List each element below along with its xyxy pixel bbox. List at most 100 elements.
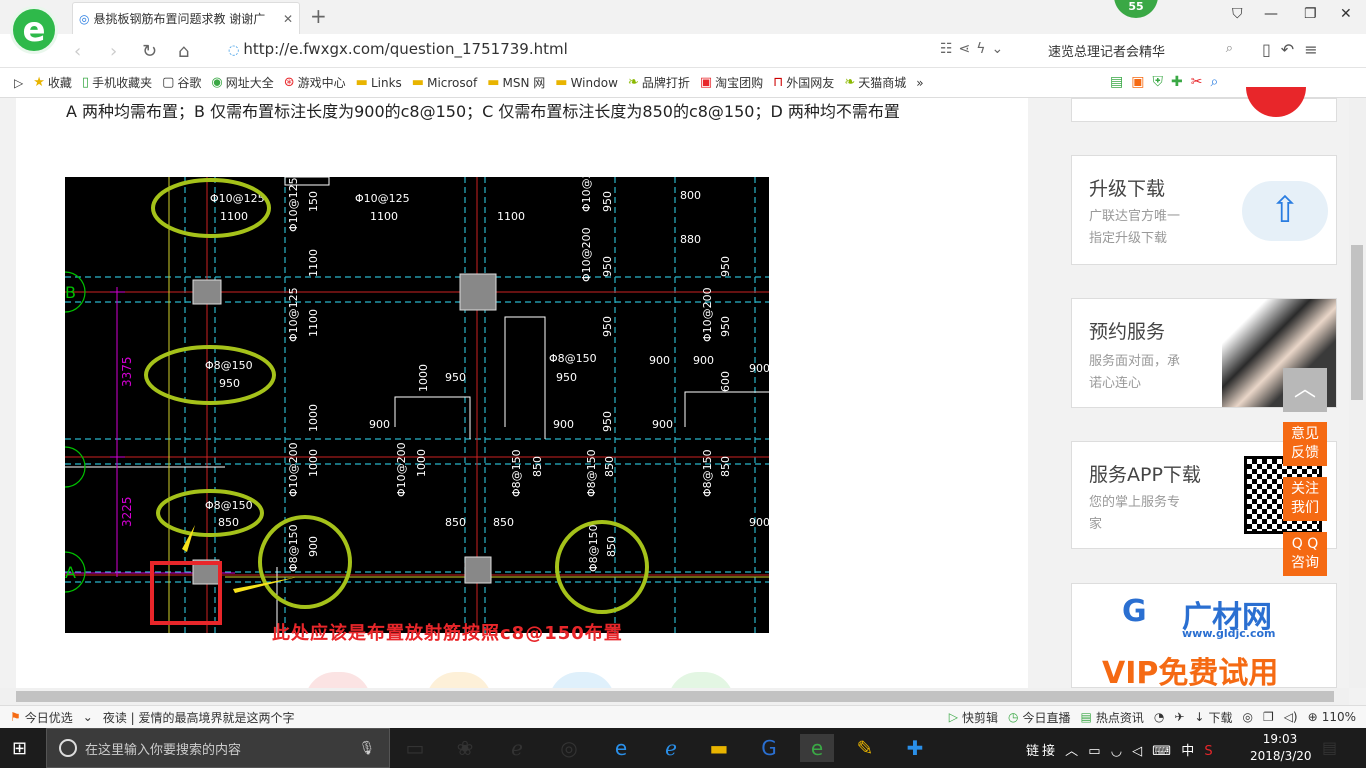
forward-button[interactable]: › — [110, 41, 117, 62]
bookmark-favorites[interactable]: ★ 收藏 — [33, 74, 72, 91]
system-tray[interactable]: 链接 ︿ ▭ ◡ ◁ ⌨ 中 S — [1026, 740, 1216, 759]
microphone-icon[interactable]: 🎙 — [358, 741, 375, 756]
follow-us-button[interactable]: 关注 我们 — [1283, 477, 1327, 521]
restore-button[interactable]: ❐ — [1304, 6, 1317, 22]
download-button[interactable]: 下载 — [1208, 709, 1232, 726]
bookmark-windows[interactable]: ▬ Window — [555, 75, 618, 90]
cad-text: 900 — [652, 418, 673, 431]
bookmark-tmall[interactable]: ❧ 天猫商城 — [844, 74, 906, 91]
extension-icons[interactable]: ▤▣⛨✚✂⌕ — [1110, 74, 1226, 90]
browser-logo-icon[interactable]: e — [10, 6, 58, 54]
windows-start-icon[interactable]: ⊞ — [12, 738, 27, 759]
tray-link[interactable]: 链接 — [1026, 744, 1058, 759]
app-spiral-icon[interactable]: ◎ — [552, 734, 586, 762]
axis-b-label: B — [65, 283, 76, 302]
edge-icon[interactable]: e — [604, 734, 638, 762]
address-tools[interactable]: ☷⋖ϟ⌄ — [940, 41, 1009, 57]
minimize-button[interactable]: — — [1264, 6, 1278, 22]
speed-icon[interactable]: ◔ — [1154, 710, 1164, 724]
file-explorer-icon[interactable]: ▬ — [702, 734, 736, 762]
toolbar-right-icons[interactable]: ▯↶≡ — [1262, 40, 1328, 59]
bookmark-sites[interactable]: ◉ 网址大全 — [211, 74, 273, 91]
gate-icon: ⊓ — [773, 75, 784, 90]
home-button[interactable]: ⌂ — [178, 41, 189, 62]
sidebar-card-top[interactable] — [1071, 87, 1337, 122]
cad-text: 800 — [680, 189, 701, 202]
game-icon: ⊛ — [283, 75, 295, 90]
cad-text: 900 — [693, 354, 714, 367]
ad-slogan: VIP免费试用 — [1102, 656, 1279, 691]
bookmark-foreign[interactable]: ⊓ 外国网友 — [773, 74, 834, 91]
news-ticker[interactable]: 夜读 | 爱情的最高境界就是这两个字 — [103, 709, 295, 726]
bookmark-msn[interactable]: ▬ MSN 网 — [487, 74, 545, 91]
bookmarks-more-button[interactable]: » — [916, 76, 923, 90]
hot-news[interactable]: 热点资讯 — [1096, 709, 1144, 726]
pin-icon[interactable]: ✈ — [1174, 710, 1184, 724]
cad-text: Φ8@150 — [549, 352, 597, 365]
close-tab-icon[interactable]: ✕ — [283, 12, 293, 26]
close-window-button[interactable]: ✕ — [1340, 6, 1352, 22]
app-fan-icon[interactable]: ❀ — [448, 734, 482, 762]
tab-active[interactable]: ◎ 悬挑板钢筋布置问题求教 谢谢广 ✕ — [72, 2, 300, 34]
bookmark-label: 谷歌 — [177, 76, 202, 90]
cad-text: 600 — [719, 371, 732, 392]
gldjc-ad-card[interactable]: G 广材网 www.gldjc.com VIP免费试用 — [1071, 583, 1337, 691]
vertical-scroll-thumb[interactable] — [1351, 245, 1363, 400]
chevron-down-icon[interactable]: ⌄ — [83, 710, 93, 724]
notification-icon[interactable]: ▤ — [1322, 738, 1337, 757]
today-live[interactable]: 今日直播 — [1022, 709, 1070, 726]
window-icon[interactable]: ❐ — [1263, 710, 1274, 724]
cad-text: Φ10@200 — [580, 177, 593, 212]
upgrade-desc: 广联达官方唯一 — [1089, 209, 1181, 224]
taskbar-clock[interactable]: 19:03 2018/3/20 — [1250, 731, 1312, 765]
cad-text: 1100 — [497, 210, 525, 223]
bookmark-taobao[interactable]: ▣ 淘宝团购 — [700, 74, 763, 91]
taskbar-search-box[interactable]: 在这里输入你要搜索的内容 🎙 — [46, 728, 390, 768]
horizontal-scroll-thumb[interactable] — [16, 691, 1334, 702]
bookmark-google[interactable]: ▢ 谷歌 — [162, 74, 201, 91]
browser-taskbar-icon[interactable]: e — [800, 734, 834, 762]
address-bar[interactable]: ◌ http://e.fwxgx.com/question_1751739.htm… — [228, 40, 568, 58]
shirt-icon[interactable]: ⛉ — [1232, 6, 1243, 22]
ime-indicator[interactable]: 中 — [1181, 744, 1197, 759]
search-box[interactable]: 速览总理记者会精华 ⌕ — [1048, 41, 1233, 60]
bookmark-links[interactable]: ▬ Links — [356, 75, 402, 90]
feedback-button[interactable]: 意见 反馈 — [1283, 422, 1327, 466]
ie-browser-icon[interactable]: ℯ — [654, 734, 688, 762]
folder-icon: ▬ — [555, 75, 568, 90]
new-tab-button[interactable]: + — [310, 4, 327, 28]
highlight-circle — [151, 178, 271, 238]
notepad-icon[interactable]: ✎ — [848, 734, 882, 762]
bookmark-label: Links — [370, 75, 402, 90]
bookmark-games[interactable]: ⊛ 游戏中心 — [284, 74, 346, 91]
sidebar-toggle-icon[interactable]: ▷ — [14, 76, 23, 90]
dimension-3375: 3375 — [120, 356, 134, 387]
glodon-icon[interactable]: G — [752, 734, 786, 762]
button-label: 意见 — [1291, 426, 1319, 442]
upgrade-download-card[interactable]: 升级下载 广联达官方唯一 指定升级下载 ⇧ — [1071, 155, 1337, 265]
sound-icon[interactable]: ◁) — [1284, 710, 1298, 724]
sogou-icon[interactable]: S — [1204, 744, 1215, 759]
zoom-level[interactable]: 110% — [1322, 710, 1356, 724]
highlight-circle — [144, 345, 276, 405]
cad-text: 950 — [556, 371, 577, 384]
bookmark-mobile[interactable]: ▯ 手机收藏夹 — [82, 74, 152, 91]
clean-icon[interactable]: ◎ — [1242, 710, 1252, 724]
bookmark-label: 游戏中心 — [297, 76, 346, 90]
qq-consult-button[interactable]: Q Q 咨询 — [1283, 532, 1327, 576]
bookmark-label: 天猫商城 — [858, 76, 907, 90]
bookmark-brand[interactable]: ❧ 品牌打折 — [628, 74, 690, 91]
leaf-icon: ❧ — [844, 75, 856, 90]
cad-text: 1100 — [307, 309, 320, 337]
plus-app-icon[interactable]: ✚ — [898, 734, 932, 762]
refresh-button[interactable]: ↻ — [142, 41, 157, 62]
bookmark-microsoft[interactable]: ▬ Microsof — [412, 75, 477, 90]
today-pick[interactable]: 今日优选 — [25, 709, 73, 726]
search-icon[interactable]: ⌕ — [1226, 41, 1233, 56]
task-view-icon[interactable]: ▭ — [398, 734, 432, 762]
quick-cut[interactable]: 快剪辑 — [962, 709, 998, 726]
back-button[interactable]: ‹ — [74, 41, 81, 62]
cad-text: 950 — [719, 316, 732, 337]
ie-icon[interactable]: ℯ — [500, 734, 534, 762]
back-to-top-button[interactable]: ︿ — [1283, 368, 1327, 412]
